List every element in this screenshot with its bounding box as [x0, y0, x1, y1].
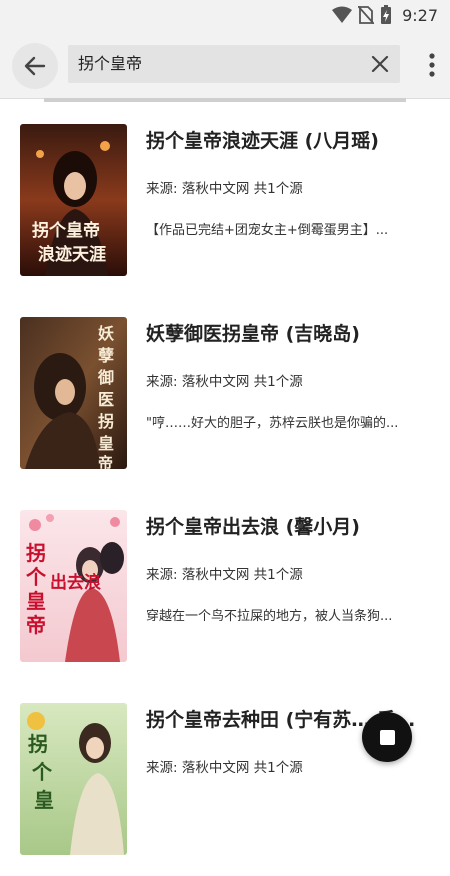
- svg-text:拐个皇帝: 拐个皇帝: [32, 220, 100, 241]
- book-intro: 【作品已完结+团宠女主+倒霉蛋男主】...: [146, 223, 389, 238]
- svg-text:医: 医: [98, 390, 114, 409]
- book-source: 来源: 落秋中文网 共1个源: [146, 181, 303, 197]
- book-cover: 拐 个 皇 帝 出去浪: [20, 510, 127, 662]
- svg-text:皇: 皇: [34, 788, 54, 812]
- book-source: 来源: 落秋中文网 共1个源: [146, 374, 303, 390]
- svg-text:皇: 皇: [26, 589, 46, 613]
- svg-text:孽: 孽: [98, 346, 114, 365]
- svg-text:拐: 拐: [98, 412, 114, 431]
- stop-icon: [379, 729, 395, 745]
- book-intro: 穿越在一个鸟不拉屎的地方，被人当条狗...: [146, 609, 393, 624]
- search-box: [68, 45, 400, 83]
- list-item[interactable]: 拐 个 皇 帝 出去浪 拐个皇帝出去浪 (馨小月) 来源: 落秋中文网 共1个源…: [0, 490, 450, 683]
- wifi-icon: [332, 6, 353, 23]
- battery-charging-icon: [381, 5, 392, 24]
- toolbar: [0, 32, 450, 99]
- book-intro: "哼……好大的胆子，苏梓云朕也是你骗的...: [146, 416, 399, 431]
- svg-text:皇: 皇: [98, 434, 114, 453]
- book-source: 来源: 落秋中文网 共1个源: [146, 567, 303, 583]
- book-cover: 拐个皇帝 浪迹天涯: [20, 124, 127, 276]
- list-item[interactable]: 拐个皇帝 浪迹天涯 拐个皇帝浪迹天涯 (八月瑶) 来源: 落秋中文网 共1个源 …: [0, 104, 450, 297]
- close-icon[interactable]: [370, 54, 390, 74]
- svg-text:浪迹天涯: 浪迹天涯: [38, 244, 106, 265]
- book-cover: 妖 孽 御 医 拐 皇 帝: [20, 317, 127, 469]
- arrow-left-icon: [24, 56, 46, 76]
- status-time: 9:27: [402, 5, 438, 25]
- svg-text:拐: 拐: [26, 541, 46, 565]
- book-title: 拐个皇帝出去浪 (馨小月): [146, 516, 360, 538]
- no-sim-icon: [358, 6, 375, 24]
- loading-progress-bar: [44, 98, 406, 102]
- book-title: 妖孽御医拐皇帝 (吉晓岛): [146, 323, 360, 345]
- book-cover: 拐 个 皇: [20, 703, 127, 855]
- svg-text:妖: 妖: [98, 324, 114, 343]
- svg-text:帝: 帝: [26, 613, 46, 637]
- book-source: 来源: 落秋中文网 共1个源: [146, 760, 303, 776]
- status-bar: 9:27: [0, 0, 450, 32]
- book-title: 拐个皇帝浪迹天涯 (八月瑶): [146, 130, 379, 152]
- list-item[interactable]: 妖 孽 御 医 拐 皇 帝 妖孽御医拐皇帝 (吉晓岛) 来源: 落秋中文网 共1…: [0, 297, 450, 490]
- stop-search-button[interactable]: [362, 712, 412, 762]
- svg-text:出去浪: 出去浪: [50, 572, 101, 593]
- back-button[interactable]: [12, 43, 58, 89]
- svg-text:帝: 帝: [98, 454, 113, 469]
- more-vert-icon[interactable]: [428, 52, 436, 78]
- svg-text:御: 御: [97, 368, 114, 387]
- status-icons: 9:27: [332, 5, 438, 25]
- search-input[interactable]: [78, 45, 348, 83]
- svg-text:个: 个: [31, 760, 53, 784]
- svg-text:拐: 拐: [28, 732, 48, 756]
- svg-text:个: 个: [25, 565, 47, 589]
